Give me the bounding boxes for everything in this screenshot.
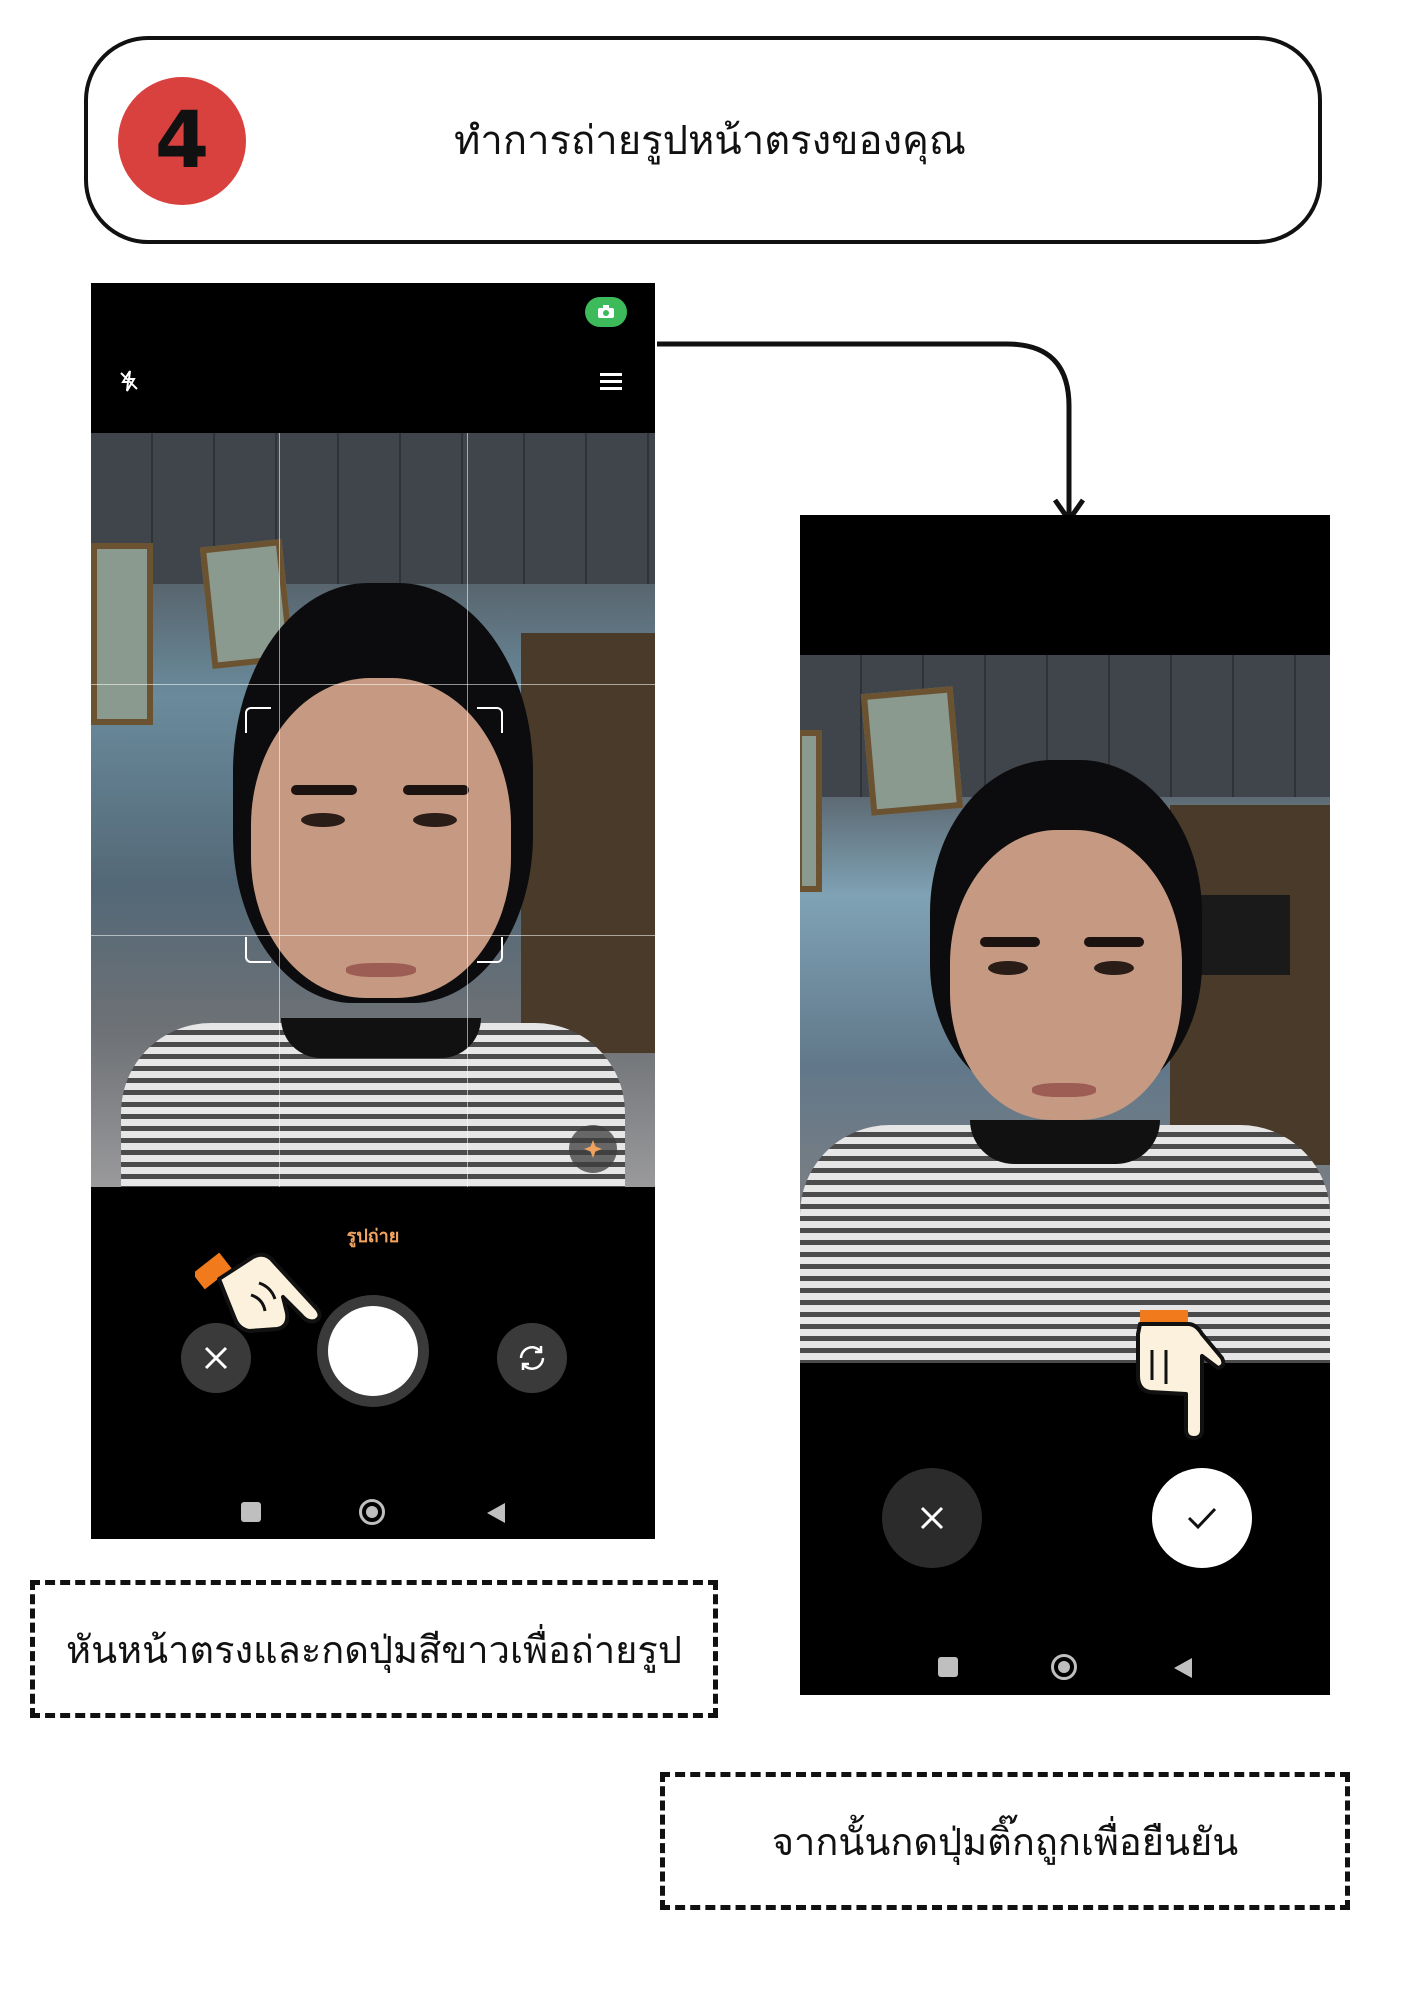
nav-home-icon[interactable] bbox=[1051, 1654, 1077, 1680]
step-title: ทำการถ่ายรูปหน้าตรงของคุณ bbox=[454, 118, 966, 164]
photo-mode-label[interactable]: รูปถ่าย bbox=[313, 1221, 433, 1250]
nav-recents-icon[interactable] bbox=[938, 1657, 958, 1677]
close-icon[interactable] bbox=[882, 1468, 982, 1568]
flash-off-icon[interactable] bbox=[111, 363, 147, 399]
switch-camera-icon[interactable] bbox=[497, 1323, 567, 1393]
camera-screen: รูปถ่าย bbox=[91, 283, 655, 1539]
caption-confirm: จากนั้นกดปุ่มติ๊กถูกเพื่อยืนยัน bbox=[660, 1772, 1350, 1910]
camera-viewfinder[interactable] bbox=[91, 433, 655, 1187]
nav-recents-icon[interactable] bbox=[241, 1502, 261, 1522]
confirm-screen bbox=[800, 515, 1330, 1695]
check-icon[interactable] bbox=[1152, 1468, 1252, 1568]
menu-icon[interactable] bbox=[593, 363, 629, 399]
ai-scene-icon[interactable] bbox=[569, 1125, 617, 1173]
nav-back-icon[interactable] bbox=[1172, 1656, 1194, 1680]
captured-photo bbox=[800, 655, 1330, 1363]
pointing-hand-icon bbox=[1136, 1310, 1226, 1440]
caption-take-photo: หันหน้าตรงและกดปุ่มสีขาวเพื่อถ่ายรูป bbox=[30, 1580, 718, 1718]
nav-home-icon[interactable] bbox=[359, 1499, 385, 1525]
camera-indicator-icon bbox=[585, 297, 627, 327]
shutter-icon bbox=[328, 1306, 418, 1396]
step-number-badge: 4 bbox=[118, 77, 246, 205]
nav-back-icon[interactable] bbox=[485, 1501, 507, 1525]
pointing-hand-icon bbox=[195, 1252, 322, 1333]
flow-arrow-icon bbox=[657, 341, 1086, 525]
shutter-button[interactable] bbox=[317, 1295, 429, 1407]
